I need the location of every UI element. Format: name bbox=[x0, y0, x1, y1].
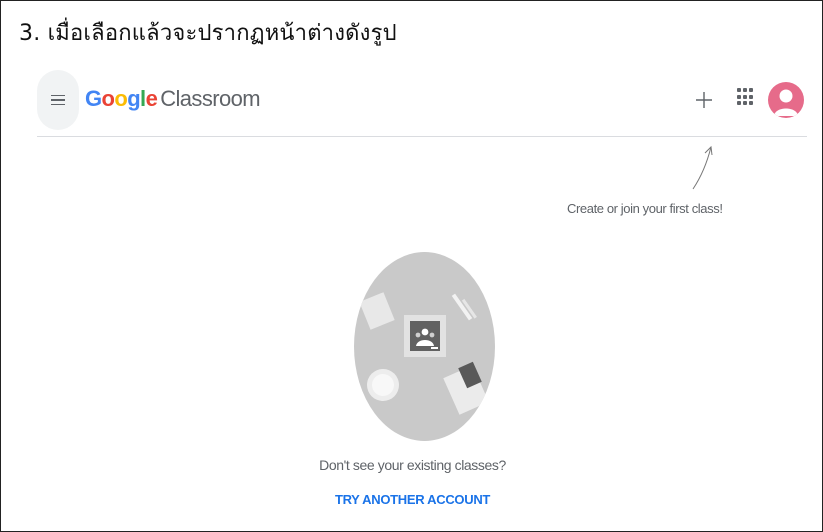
google-classroom-logo[interactable]: G o o g l e Classroom bbox=[85, 86, 261, 112]
main-menu-button[interactable] bbox=[37, 70, 79, 130]
google-apps-button[interactable] bbox=[737, 88, 755, 106]
plus-icon bbox=[696, 92, 712, 108]
app-bar: G o o g l e Classroom bbox=[37, 66, 807, 136]
try-another-account-link[interactable]: TRY ANOTHER ACCOUNT bbox=[1, 492, 822, 507]
brand-letter: o bbox=[114, 86, 128, 111]
brand-letter: e bbox=[145, 86, 158, 111]
first-class-hint: Create or join your first class! bbox=[567, 201, 723, 216]
account-avatar[interactable] bbox=[768, 82, 804, 118]
hint-arrow-icon bbox=[692, 145, 713, 190]
hamburger-menu-icon bbox=[51, 94, 65, 106]
create-join-class-button[interactable] bbox=[689, 82, 719, 118]
no-classes-message: Don't see your existing classes? bbox=[319, 457, 506, 473]
app-bar-divider bbox=[37, 136, 807, 137]
classroom-illustration-icon bbox=[354, 252, 495, 441]
apps-grid-icon bbox=[737, 88, 741, 92]
brand-letter: g bbox=[127, 86, 141, 111]
brand-product-name: Classroom bbox=[160, 86, 260, 111]
brand-letter: G bbox=[85, 86, 102, 111]
instruction-caption: 3. เมื่อเลือกแล้วจะปรากฏหน้าต่างดังรูป bbox=[19, 21, 397, 46]
brand-letter: o bbox=[101, 86, 115, 111]
screenshot-frame: 3. เมื่อเลือกแล้วจะปรากฏหน้าต่างดังรูป G… bbox=[0, 0, 823, 532]
person-icon bbox=[774, 89, 798, 116]
